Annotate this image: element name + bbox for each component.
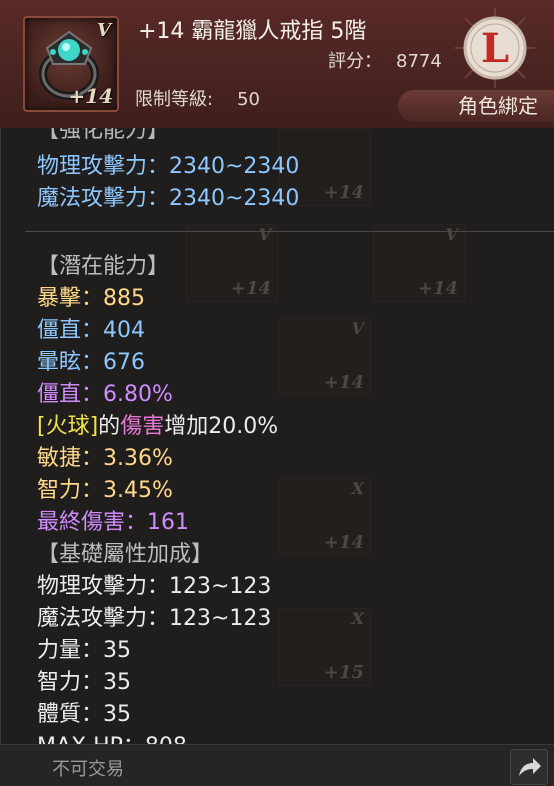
background-slot: X +15	[279, 608, 371, 686]
base-bonus-line: 智力：35	[37, 670, 131, 695]
skill-damage-term: 傷害	[120, 414, 165, 439]
item-tooltip: V +14 +14 霸龍獵人戒指 5階 評分： 8774 限制等級: 50 L 角色…	[0, 0, 554, 786]
background-slot: X +14	[279, 478, 371, 556]
section-divider	[25, 231, 554, 232]
base-bonus-line-cut: MAX HP：808	[37, 728, 187, 744]
character-bind-label: 角色綁定	[398, 90, 554, 122]
cut-off-header: 【強化能力】	[37, 128, 170, 142]
item-name: +14 霸龍獵人戒指 5階	[138, 19, 367, 44]
background-slot: V +14	[279, 318, 371, 396]
stat-line-physical-attack: 物理攻擊力：2340~2340	[37, 154, 300, 179]
score-value: 8774	[396, 51, 442, 72]
skill-bonus-line: [火球]的傷害增加20.0%	[37, 408, 278, 440]
potential-line: 僵直：6.80%	[37, 382, 173, 407]
potential-header: 【潛在能力】	[37, 254, 170, 279]
level-value: 50	[237, 89, 260, 110]
skill-name: [火球]	[37, 414, 99, 439]
grade-letter: L	[481, 25, 509, 72]
potential-line: 敏捷：3.36%	[37, 446, 173, 471]
rank-letter: V	[97, 20, 111, 41]
ring-item-icon[interactable]: V +14	[23, 16, 119, 112]
base-bonus-line: 力量：35	[37, 638, 131, 663]
tooltip-body: +14 V +14 V +14 V +14 X +14 X +15 【強化能力】 物理攻擊…	[0, 128, 554, 744]
base-bonus-line: 體質：35	[37, 702, 131, 727]
enhance-level: +14	[68, 84, 113, 108]
potential-line: 智力：3.45%	[37, 478, 173, 503]
legendary-grade-badge: L	[455, 8, 535, 88]
potential-line: 最終傷害：161	[37, 510, 189, 535]
tooltip-header: V +14 +14 霸龍獵人戒指 5階 評分： 8774 限制等級: 50 L 角色…	[0, 0, 554, 129]
base-bonus-line: 物理攻擊力：123~123	[37, 574, 272, 599]
background-slot: V +14	[373, 224, 465, 302]
skill-bonus-value: 增加20.0%	[164, 414, 279, 439]
score-label: 評分：	[328, 51, 382, 72]
score-row: 評分： 8774	[328, 47, 442, 73]
skill-connector: 的	[98, 414, 121, 439]
share-button[interactable]	[510, 749, 548, 785]
potential-line: 暈眩：676	[37, 350, 145, 375]
tooltip-footer: 不可交易	[0, 744, 554, 786]
stat-line-magic-attack: 魔法攻擊力：2340~2340	[37, 186, 300, 211]
level-label: 限制等級:	[135, 89, 214, 110]
potential-line: 暴擊：885	[37, 286, 145, 311]
potential-line: 僵直：404	[37, 318, 145, 343]
level-row: 限制等級: 50	[135, 85, 260, 111]
base-bonus-header: 【基礎屬性加成】	[37, 542, 214, 567]
base-bonus-line: 魔法攻擊力：123~123	[37, 606, 272, 631]
background-slot: V +14	[186, 224, 278, 302]
share-arrow-icon	[519, 758, 541, 776]
trade-status: 不可交易	[52, 759, 124, 780]
